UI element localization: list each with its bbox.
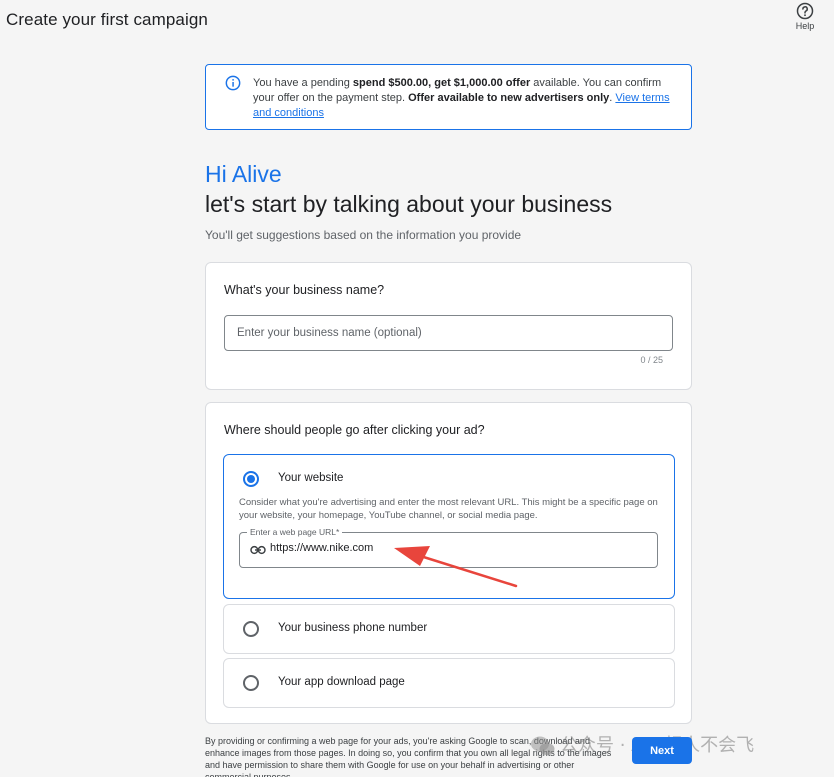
help-icon [796, 2, 814, 20]
top-bar: Create your first campaign Help [0, 0, 834, 42]
page-title: Create your first campaign [6, 10, 208, 29]
subheading: You'll get suggestions based on the info… [205, 228, 522, 242]
offer-text: You have a pending spend $500.00, get $1… [253, 76, 681, 121]
help-button[interactable]: Help [790, 2, 820, 34]
help-label: Help [795, 21, 815, 31]
next-button[interactable]: Next [632, 737, 692, 764]
headline: let's start by talking about your busine… [205, 191, 613, 217]
option-phone-number[interactable]: Your business phone number [223, 604, 675, 654]
character-counter: 0 / 25 [640, 355, 663, 365]
business-name-card: What's your business name? 0 / 25 [205, 262, 692, 390]
greeting: Hi Alive [205, 161, 282, 187]
business-name-question: What's your business name? [224, 283, 385, 297]
option-phone-number-label: Your business phone number [278, 622, 428, 634]
annotation-arrow-icon [394, 546, 518, 588]
offer-banner: You have a pending spend $500.00, get $1… [205, 64, 692, 130]
option-app-download[interactable]: Your app download page [223, 658, 675, 708]
option-website-description: Consider what you're advertising and ent… [239, 497, 658, 521]
option-website-label: Your website [278, 472, 344, 484]
link-icon [250, 545, 266, 555]
destination-question: Where should people go after clicking yo… [224, 423, 485, 437]
option-app-download-label: Your app download page [278, 676, 405, 688]
radio-phone-number[interactable] [243, 621, 259, 637]
radio-website[interactable] [243, 471, 259, 487]
business-name-input[interactable] [224, 315, 673, 351]
info-icon [225, 75, 241, 91]
url-input-label: Enter a web page URL* [247, 527, 343, 538]
wechat-icon [531, 736, 555, 755]
url-input-value: https://www.nike.com [270, 542, 374, 554]
offer-amount: spend $500.00, get $1,000.00 offer [352, 77, 531, 89]
offer-text-1: You have a pending [253, 77, 353, 89]
offer-eligibility: Offer available to new advertisers only [408, 92, 610, 104]
radio-app-download[interactable] [243, 675, 259, 691]
